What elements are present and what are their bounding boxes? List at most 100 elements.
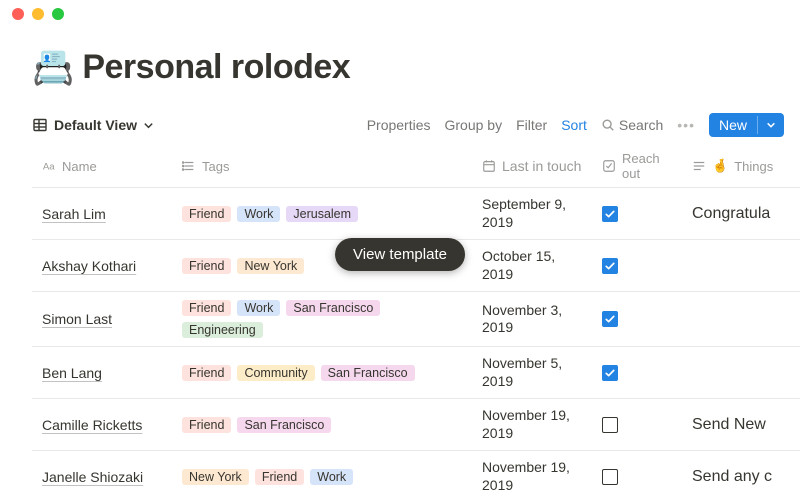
date-text: September 9,: [482, 196, 566, 214]
page-title[interactable]: Personal rolodex: [82, 48, 350, 87]
tag-chip[interactable]: Friend: [182, 417, 231, 433]
table-row[interactable]: Camille Ricketts Friend San Francisco Novem…: [32, 399, 800, 451]
tag-chip[interactable]: New York: [237, 258, 304, 274]
minimize-window-icon[interactable]: [32, 8, 44, 20]
checkbox[interactable]: [602, 311, 618, 327]
name-cell[interactable]: Janelle Shiozaki: [32, 461, 172, 493]
reach-out-cell[interactable]: [592, 357, 682, 389]
checkbox[interactable]: [602, 365, 618, 381]
date-text: 2019: [482, 477, 570, 495]
date-cell[interactable]: November 19,2019: [472, 451, 592, 500]
close-window-icon[interactable]: [12, 8, 24, 20]
reach-out-cell[interactable]: [592, 198, 682, 230]
tag-chip[interactable]: Friend: [182, 300, 231, 316]
checkbox[interactable]: [602, 469, 618, 485]
things-cell[interactable]: Congratula: [682, 197, 800, 231]
tags-cell[interactable]: Friend Community San Francisco: [172, 357, 472, 389]
tag-chip[interactable]: Work: [237, 206, 280, 222]
checkbox[interactable]: [602, 258, 618, 274]
date-text: November 19,: [482, 459, 570, 477]
properties-button[interactable]: Properties: [367, 117, 431, 133]
tag-chip[interactable]: Community: [237, 365, 314, 381]
reach-out-cell[interactable]: [592, 303, 682, 335]
date-text: October 15, 2019: [482, 248, 582, 283]
date-text: 2019: [482, 373, 562, 391]
tag-chip[interactable]: Engineering: [182, 322, 263, 338]
date-text: 2019: [482, 425, 570, 443]
column-name[interactable]: Aa Name: [32, 145, 172, 187]
more-options-button[interactable]: •••: [677, 117, 695, 133]
table-header: Aa Name Tags Last in touch Reach out 🤞Th…: [32, 145, 800, 188]
page-header: 📇 Personal rolodex: [32, 48, 800, 87]
table-row[interactable]: Janelle Shiozaki New York Friend Work Novemb…: [32, 451, 800, 500]
tags-cell[interactable]: Friend Work San Francisco Engineering: [172, 292, 472, 346]
tag-chip[interactable]: Friend: [182, 258, 231, 274]
tag-chip[interactable]: Work: [237, 300, 280, 316]
sort-button[interactable]: Sort: [561, 117, 587, 133]
page-icon[interactable]: 📇: [32, 51, 74, 85]
things-cell[interactable]: [682, 365, 800, 381]
things-cell[interactable]: [682, 258, 800, 274]
column-tags-label: Tags: [202, 159, 229, 174]
date-cell[interactable]: November 19,2019: [472, 399, 592, 450]
name-cell[interactable]: Ben Lang: [32, 357, 172, 389]
tag-chip[interactable]: New York: [182, 469, 249, 485]
chevron-down-icon: [143, 120, 154, 131]
tag-chip[interactable]: Friend: [255, 469, 304, 485]
tag-chip[interactable]: Jerusalem: [286, 206, 358, 222]
view-label: Default View: [54, 117, 137, 133]
tags-cell[interactable]: Friend Work Jerusalem: [172, 198, 472, 230]
tag-chip[interactable]: Friend: [182, 206, 231, 222]
date-cell[interactable]: November 5,2019: [472, 347, 592, 398]
date-text: November 19,: [482, 407, 570, 425]
new-button[interactable]: New: [709, 113, 784, 137]
tag-chip[interactable]: San Francisco: [237, 417, 331, 433]
chevron-down-icon: [766, 120, 776, 130]
table-row[interactable]: Simon Last Friend Work San Francisco Enginee…: [32, 292, 800, 347]
filter-button[interactable]: Filter: [516, 117, 547, 133]
view-switcher[interactable]: Default View: [32, 117, 154, 133]
date-cell[interactable]: October 15, 2019: [472, 240, 592, 291]
search-label: Search: [619, 117, 663, 133]
column-reach-out[interactable]: Reach out: [592, 145, 682, 187]
table-row[interactable]: Sarah Lim Friend Work Jerusalem September 9,…: [32, 188, 800, 240]
things-cell[interactable]: Send New: [682, 408, 800, 442]
name-cell[interactable]: Simon Last: [32, 303, 172, 335]
maximize-window-icon[interactable]: [52, 8, 64, 20]
reach-out-cell[interactable]: [592, 409, 682, 441]
tag-chip[interactable]: Work: [310, 469, 353, 485]
things-cell[interactable]: Send any c: [682, 460, 800, 494]
tag-chip[interactable]: San Francisco: [321, 365, 415, 381]
reach-out-cell[interactable]: [592, 250, 682, 282]
date-text: November 3,: [482, 302, 562, 320]
view-template-button[interactable]: View template: [335, 238, 465, 271]
name-cell[interactable]: Camille Ricketts: [32, 409, 172, 441]
name-cell[interactable]: Sarah Lim: [32, 198, 172, 230]
things-cell[interactable]: [682, 311, 800, 327]
name-cell[interactable]: Akshay Kothari: [32, 250, 172, 282]
tags-cell[interactable]: New York Friend Work: [172, 461, 472, 493]
column-things[interactable]: 🤞Things: [682, 145, 800, 187]
search-button[interactable]: Search: [601, 117, 663, 133]
search-icon: [601, 118, 615, 132]
date-cell[interactable]: September 9,2019: [472, 188, 592, 239]
group-by-button[interactable]: Group by: [445, 117, 503, 133]
tag-chip[interactable]: Friend: [182, 365, 231, 381]
window-titlebar: [0, 0, 800, 28]
tags-cell[interactable]: Friend San Francisco: [172, 409, 472, 441]
column-last-in-touch[interactable]: Last in touch: [472, 145, 592, 187]
check-icon: [604, 367, 616, 379]
new-button-dropdown[interactable]: [757, 116, 784, 134]
tag-chip[interactable]: San Francisco: [286, 300, 380, 316]
text-prop-icon: Aa: [42, 159, 56, 173]
multiselect-prop-icon: [182, 159, 196, 173]
reach-out-cell[interactable]: [592, 461, 682, 493]
date-cell[interactable]: November 3,2019: [472, 294, 592, 345]
column-things-label: Things: [734, 159, 773, 174]
table-row[interactable]: Ben Lang Friend Community San Francisco Nove…: [32, 347, 800, 399]
checkbox[interactable]: [602, 417, 618, 433]
column-tags[interactable]: Tags: [172, 145, 472, 187]
check-icon: [604, 260, 616, 272]
checkbox[interactable]: [602, 206, 618, 222]
text-prop-icon: [692, 159, 706, 173]
